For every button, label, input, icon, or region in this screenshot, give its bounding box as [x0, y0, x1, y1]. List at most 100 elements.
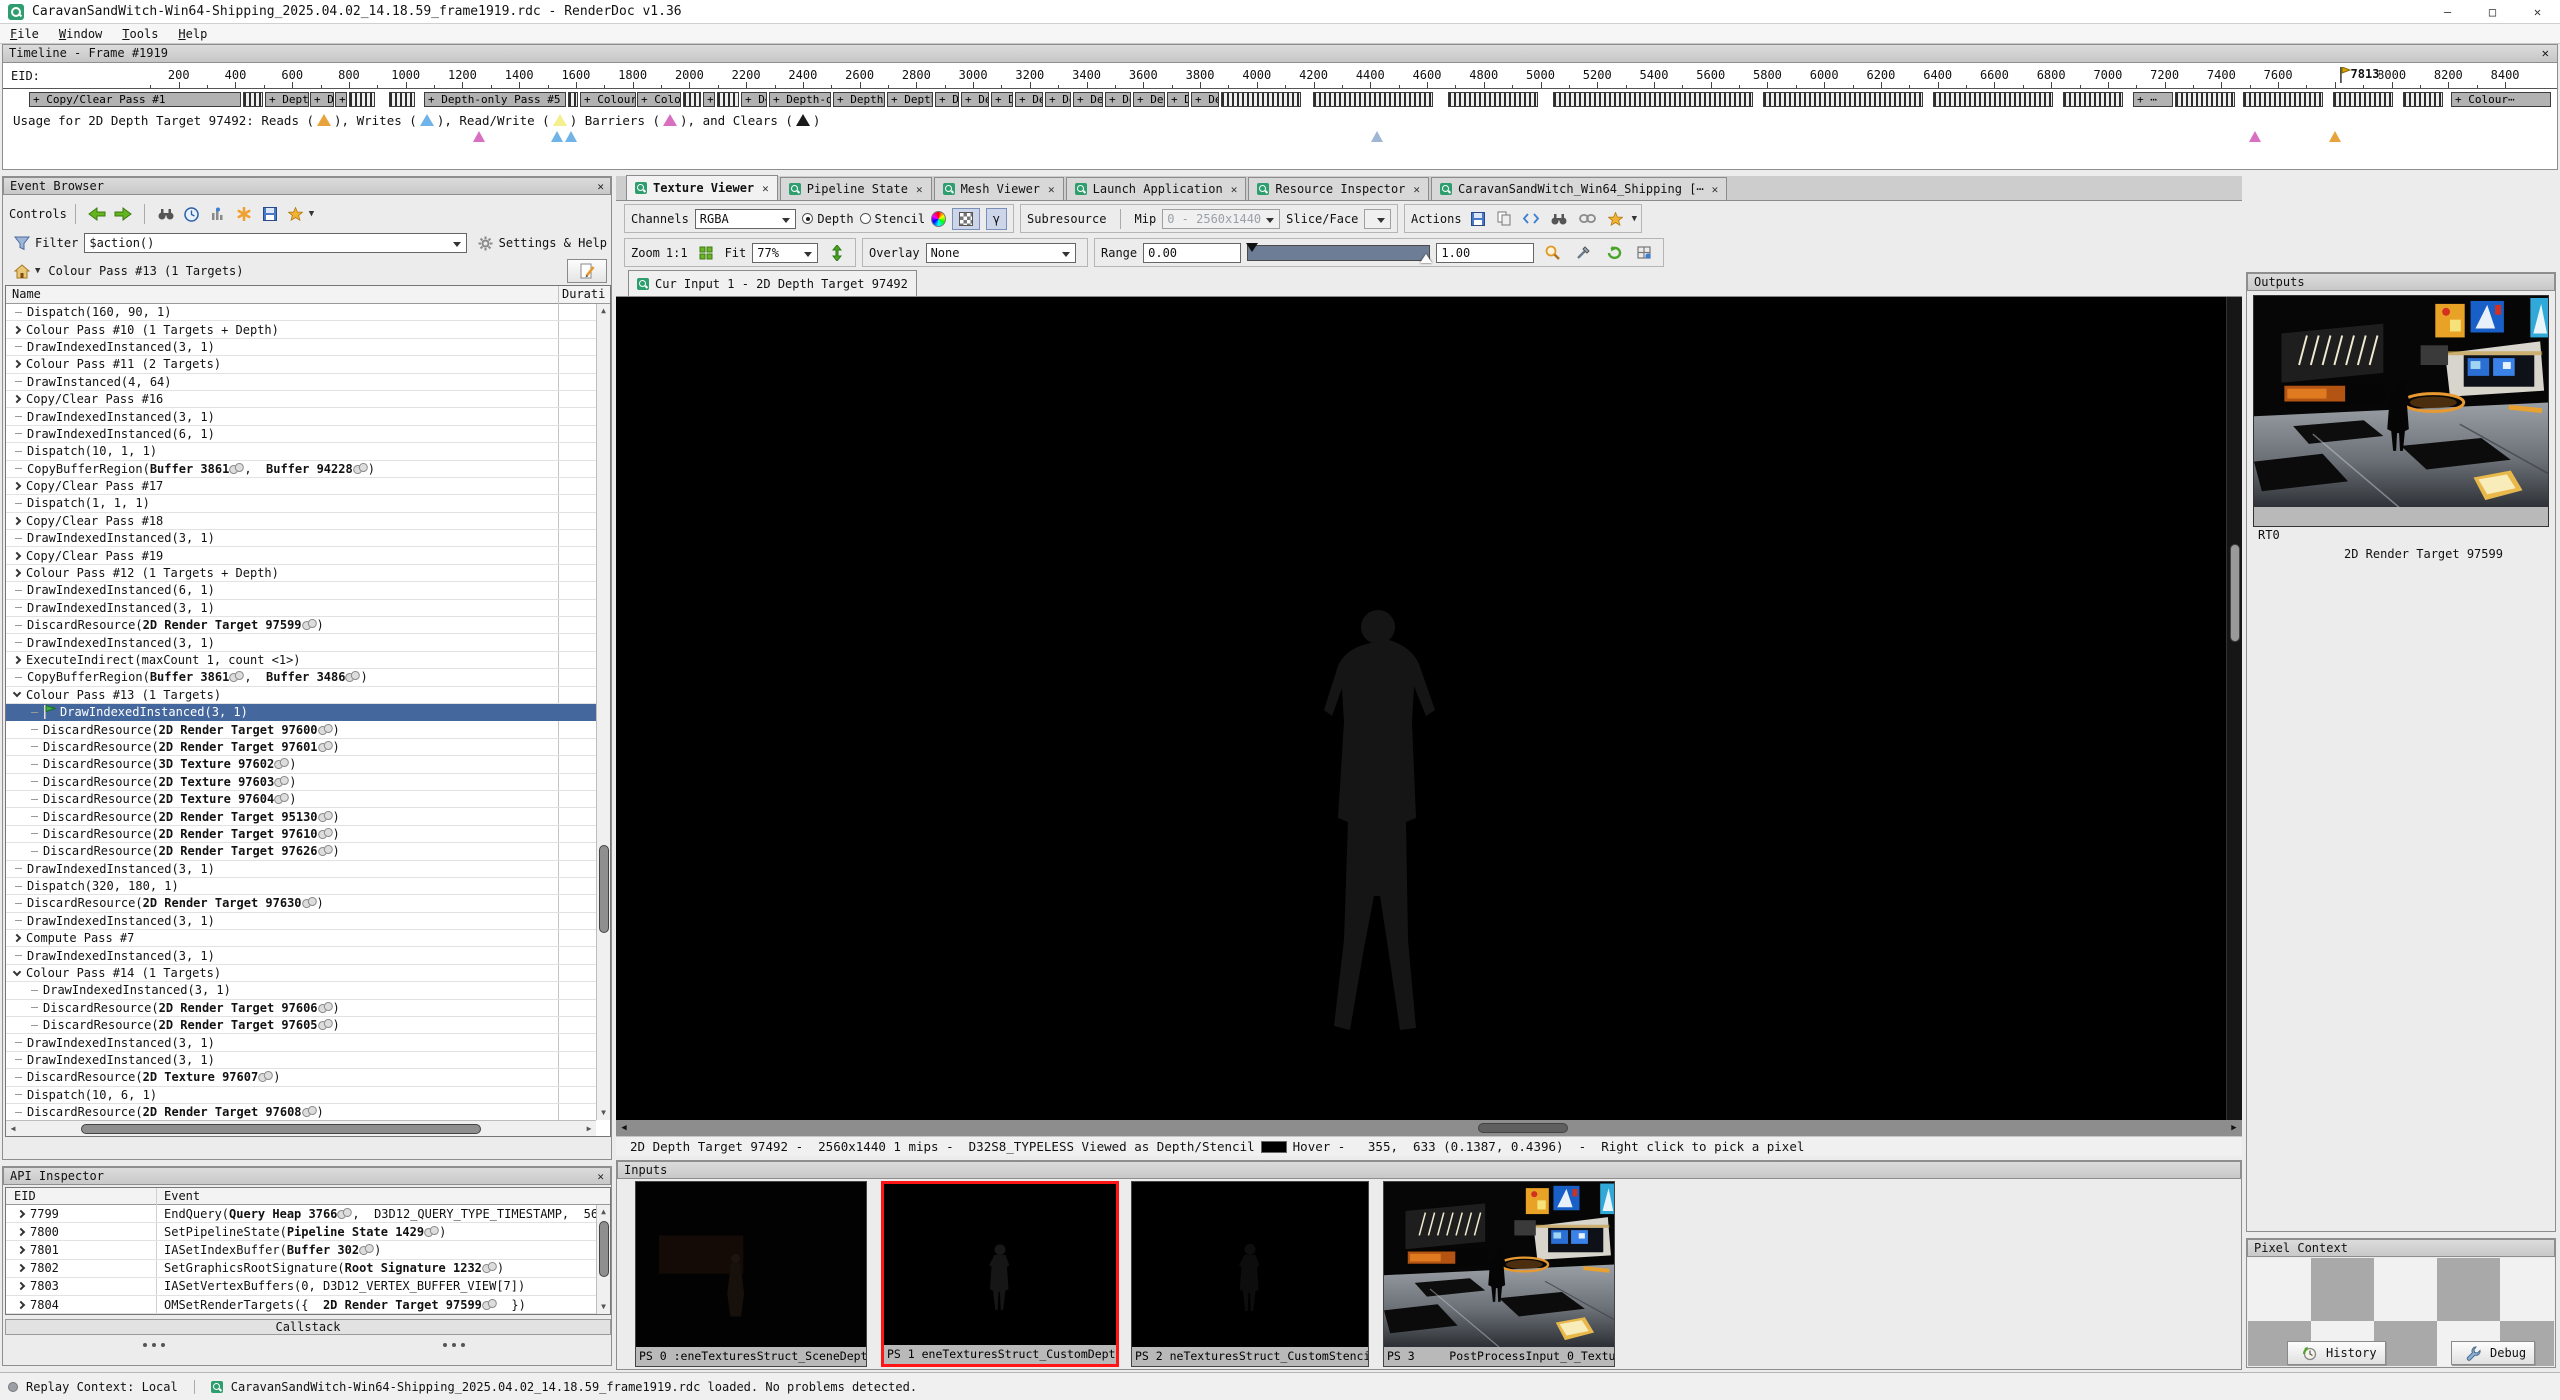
- timeline-pass-segment[interactable]: + De⋯: [961, 92, 989, 107]
- event-row[interactable]: DiscardResource(2D Render Target 97626): [6, 843, 596, 860]
- one-to-one-button[interactable]: 1:1: [666, 246, 688, 260]
- menu-help[interactable]: Help: [168, 24, 217, 44]
- timeline-event-marks[interactable]: [2063, 92, 2123, 107]
- timeline-pass-segment[interactable]: + Copy/Clear Pass #1: [29, 92, 241, 107]
- expand-collapsed-icon[interactable]: [13, 325, 21, 333]
- timeline-event-marks[interactable]: [568, 92, 578, 107]
- event-row[interactable]: DrawIndexedInstanced(3, 1): [6, 1034, 596, 1051]
- event-row[interactable]: DrawIndexedInstanced(3, 1): [6, 339, 596, 356]
- event-row[interactable]: DrawIndexedInstanced(6, 1): [6, 426, 596, 443]
- event-row[interactable]: Dispatch(320, 180, 1): [6, 878, 596, 895]
- api-row[interactable]: 7800SetPipelineState(Pipeline State 1429…: [6, 1223, 596, 1241]
- timeline-pass-segment[interactable]: + Depth-⋯: [887, 92, 933, 107]
- expand-open-icon[interactable]: [13, 967, 21, 975]
- timeline-pass-segment[interactable]: + Dept⋯: [1133, 92, 1165, 107]
- autofit-picker-icon[interactable]: [1574, 243, 1593, 263]
- input-thumbnail-1[interactable]: PS 1 eneTexturesStruct_CustomDepthTextu: [881, 1181, 1119, 1367]
- event-row[interactable]: DrawIndexedInstanced(3, 1): [6, 947, 596, 964]
- timeline-pass-bars[interactable]: + Copy/Clear Pass #1+ Depth-on⋯+ De⋯++ D…: [3, 91, 2557, 108]
- timeline-pass-segment[interactable]: + Dep⋯: [1073, 92, 1103, 107]
- expand-collapsed-icon[interactable]: [13, 551, 21, 559]
- event-row[interactable]: Copy/Clear Pass #19: [6, 547, 596, 564]
- scroll-left-icon[interactable]: ◀: [616, 1120, 632, 1136]
- range-slider[interactable]: [1247, 245, 1430, 261]
- timeline-pass-segment[interactable]: + De⋯: [310, 92, 334, 107]
- timeline-pass-segment[interactable]: + D⋯: [1167, 92, 1189, 107]
- find-event-icon[interactable]: [156, 204, 176, 224]
- timeline-event-marks[interactable]: [717, 92, 739, 107]
- api-row[interactable]: 7804OMSetRenderTargets({ 2D Render Targe…: [6, 1296, 596, 1314]
- timeline-pass-segment[interactable]: +: [335, 92, 347, 107]
- history-button[interactable]: History: [2287, 1341, 2386, 1365]
- expand-collapsed-icon[interactable]: [13, 395, 21, 403]
- viewport-vscrollbar[interactable]: [2226, 297, 2242, 1120]
- viewport-hscrollbar[interactable]: ◀ ▶: [616, 1120, 2242, 1136]
- tab-close-icon[interactable]: ✕: [762, 182, 769, 195]
- outputs-title[interactable]: Outputs: [2247, 273, 2555, 291]
- copy-icon[interactable]: [1497, 209, 1511, 229]
- timeline-event-marks[interactable]: [349, 92, 375, 107]
- expand-collapsed-icon[interactable]: [13, 482, 21, 490]
- breadcrumb[interactable]: Colour Pass #13 (1 Targets): [48, 264, 243, 278]
- usage-marker-triangle-icon[interactable]: [565, 131, 577, 142]
- flip-y-icon[interactable]: [827, 243, 846, 263]
- tab-close-icon[interactable]: ✕: [1048, 183, 1055, 196]
- timeline-event-marks[interactable]: [1763, 92, 1923, 107]
- timeline-close-icon[interactable]: ✕: [2542, 45, 2549, 62]
- usage-marker-triangle-icon[interactable]: [1371, 131, 1383, 142]
- api-row[interactable]: 7802SetGraphicsRootSignature(Root Signat…: [6, 1260, 596, 1278]
- timeline-pass-segment[interactable]: + Colour⋯: [2451, 92, 2551, 107]
- texture-viewport[interactable]: [616, 297, 2226, 1120]
- replay-context-label[interactable]: Replay Context: Local: [26, 1380, 178, 1394]
- timeline-event-marks[interactable]: [1553, 92, 1753, 107]
- timeline-event-marks[interactable]: [2175, 92, 2235, 107]
- usage-marker-triangle-icon[interactable]: [2249, 131, 2261, 142]
- timeline-eid-ruler[interactable]: EID: 20040060080010001200140016001800200…: [3, 65, 2557, 89]
- usage-marker-triangle-icon[interactable]: [2329, 131, 2341, 142]
- tab-close-icon[interactable]: ✕: [916, 183, 923, 196]
- overlay-select[interactable]: None: [926, 243, 1076, 263]
- save-texture-icon[interactable]: [1471, 209, 1485, 229]
- event-row[interactable]: DrawIndexedInstanced(6, 1): [6, 582, 596, 599]
- depth-radio[interactable]: Depth: [802, 212, 853, 226]
- event-row[interactable]: Copy/Clear Pass #17: [6, 478, 596, 495]
- expand-collapsed-icon[interactable]: [13, 656, 21, 664]
- tab-close-icon[interactable]: ✕: [1413, 183, 1420, 196]
- column-event[interactable]: Event: [164, 1189, 200, 1203]
- zoom-range-icon[interactable]: [1543, 243, 1562, 263]
- event-row[interactable]: DiscardResource(2D Render Target 95130): [6, 808, 596, 825]
- timeline-pass-segment[interactable]: + D⋯: [935, 92, 959, 107]
- expand-collapsed-icon[interactable]: [17, 1282, 25, 1290]
- expand-collapsed-icon[interactable]: [13, 569, 21, 577]
- event-row[interactable]: DiscardResource(2D Texture 97604): [6, 791, 596, 808]
- event-row[interactable]: Dispatch(10, 1, 1): [6, 443, 596, 460]
- event-row[interactable]: DiscardResource(2D Render Target 97599): [6, 617, 596, 634]
- timeline-pass-segment[interactable]: + De⋯: [1045, 92, 1071, 107]
- tab-launch-application[interactable]: Launch Application✕: [1066, 177, 1247, 200]
- event-row[interactable]: DiscardResource(2D Render Target 97606): [6, 1000, 596, 1017]
- timeline-event-marks[interactable]: [1448, 92, 1538, 107]
- event-row[interactable]: Colour Pass #13 (1 Targets): [6, 687, 596, 704]
- event-row[interactable]: DrawIndexedInstanced(3, 1): [6, 913, 596, 930]
- event-row[interactable]: DrawIndexedInstanced(3, 1): [6, 408, 596, 425]
- timeline-pass-segment[interactable]: + De⋯: [1105, 92, 1131, 107]
- timeline-event-marks[interactable]: [389, 92, 415, 107]
- event-row[interactable]: DrawIndexedInstanced(3, 1): [6, 861, 596, 878]
- timeline-pass-segment[interactable]: +: [703, 92, 715, 107]
- event-row[interactable]: Dispatch(1, 1, 1): [6, 495, 596, 512]
- debug-button[interactable]: Debug: [2451, 1341, 2535, 1365]
- fit-button[interactable]: Fit: [725, 246, 747, 260]
- event-browser-hscrollbar[interactable]: ◀ ▶: [6, 1120, 596, 1136]
- maximize-button[interactable]: □: [2470, 0, 2515, 24]
- event-row[interactable]: DiscardResource(2D Texture 97607): [6, 1069, 596, 1086]
- event-row[interactable]: DrawIndexedInstanced(3, 1): [6, 704, 596, 721]
- timeline-event-marks[interactable]: [243, 92, 263, 107]
- api-row[interactable]: 7799EndQuery(Query Heap 3766, D3D12_QUER…: [6, 1205, 596, 1223]
- input-thumbnail-3[interactable]: PS 3 PostProcessInput_0_Texture: [1383, 1181, 1615, 1367]
- bookmark-dropdown-icon[interactable]: ▼: [309, 209, 314, 219]
- reset-range-icon[interactable]: [1605, 243, 1624, 263]
- event-browser-vscrollbar[interactable]: ▲ ▼: [596, 304, 610, 1120]
- expand-collapsed-icon[interactable]: [13, 934, 21, 942]
- menu-file[interactable]: File: [0, 24, 49, 44]
- expand-open-icon[interactable]: [13, 689, 21, 697]
